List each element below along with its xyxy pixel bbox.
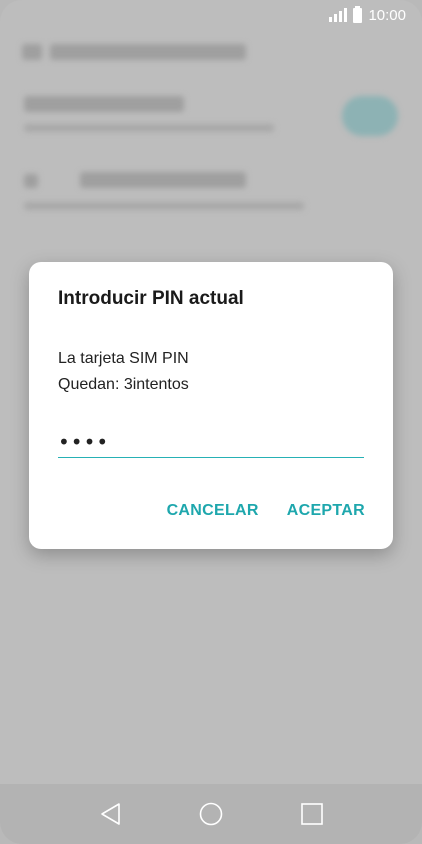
accept-button[interactable]: ACEPTAR xyxy=(287,502,365,520)
screen: 10:00 Introducir PIN actual La tarjeta S… xyxy=(0,0,422,844)
home-icon[interactable] xyxy=(196,799,226,829)
recents-icon[interactable] xyxy=(297,799,327,829)
cancel-button[interactable]: CANCELAR xyxy=(167,502,259,520)
message-line-sim: La tarjeta SIM PIN xyxy=(58,350,189,367)
signal-icon xyxy=(329,8,348,22)
blurred-toggle xyxy=(342,96,398,136)
pin-dialog: Introducir PIN actual La tarjeta SIM PIN… xyxy=(29,262,393,549)
battery-icon xyxy=(353,5,363,23)
dialog-message: La tarjeta SIM PIN Quedan: 3intentos xyxy=(58,346,189,398)
dialog-title: Introducir PIN actual xyxy=(58,288,244,309)
navigation-bar xyxy=(0,784,422,844)
status-bar: 10:00 xyxy=(0,0,422,30)
pin-input[interactable] xyxy=(58,426,364,458)
back-icon[interactable] xyxy=(95,799,125,829)
message-line-attempts: Quedan: 3intentos xyxy=(58,376,189,393)
status-time: 10:00 xyxy=(368,6,406,24)
dialog-actions: CANCELAR ACEPTAR xyxy=(167,502,365,520)
